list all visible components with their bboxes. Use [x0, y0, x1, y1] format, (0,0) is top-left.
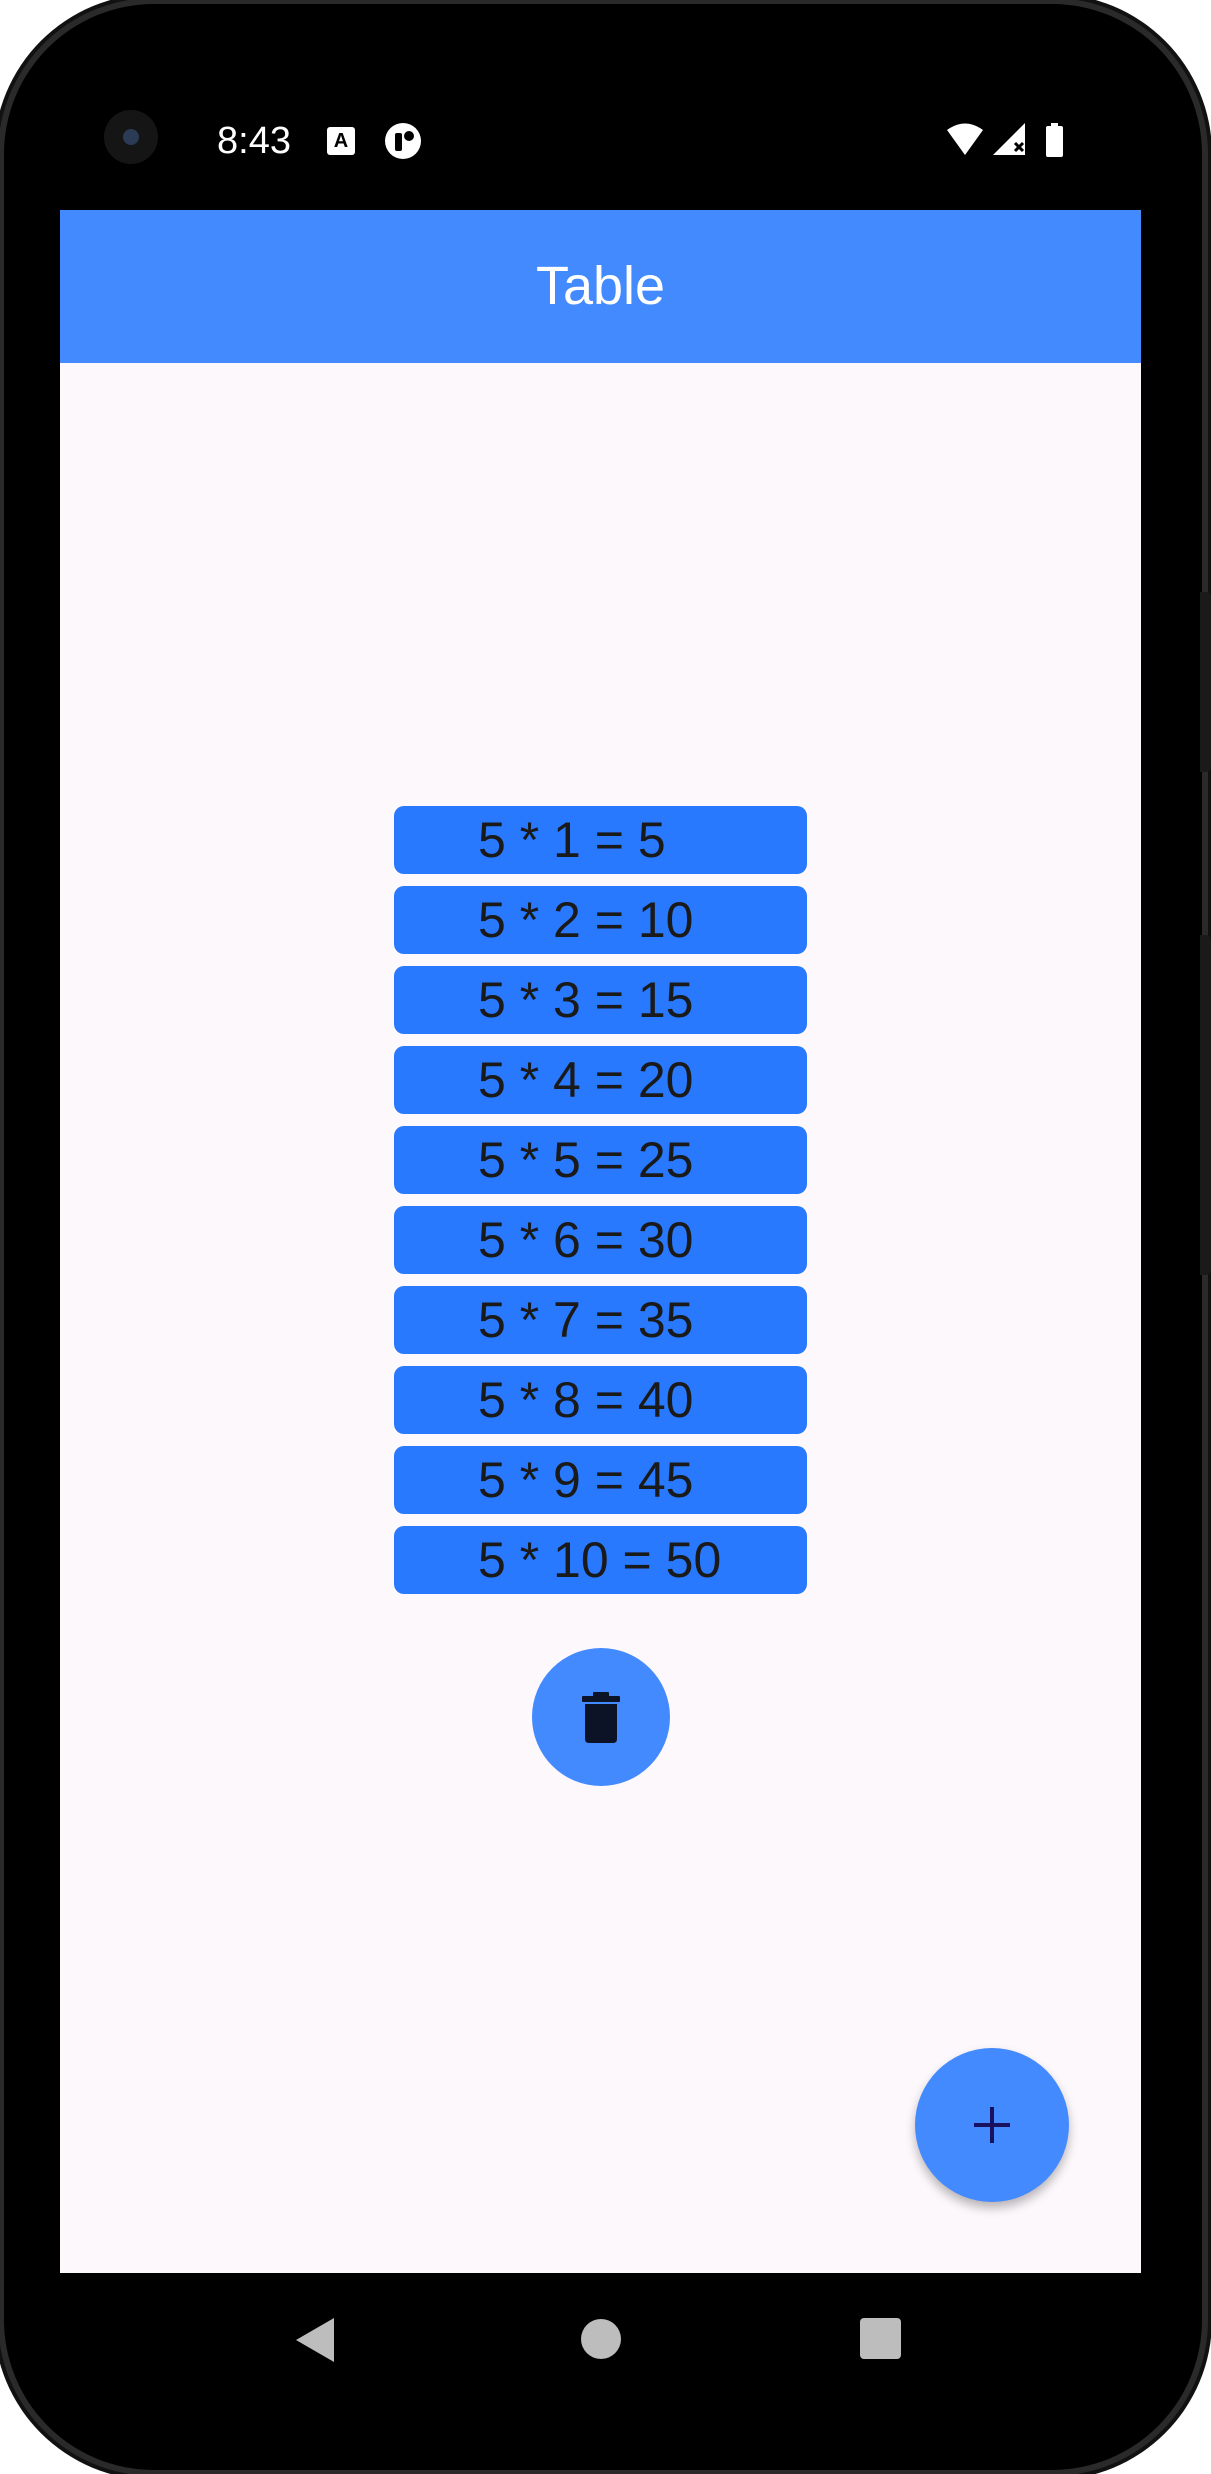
app-screen: Table 5 * 1 = 5 5 * 2 = 10 5 * 3 = 15 5 … — [60, 210, 1141, 2273]
home-icon[interactable] — [581, 2319, 621, 2359]
back-icon[interactable] — [296, 2318, 336, 2362]
add-button[interactable] — [915, 2048, 1069, 2202]
recents-icon[interactable] — [860, 2318, 901, 2359]
table-row[interactable]: 5 * 10 = 50 — [394, 1526, 807, 1594]
table-row[interactable]: 5 * 6 = 30 — [394, 1206, 807, 1274]
table-row[interactable]: 5 * 9 = 45 — [394, 1446, 807, 1514]
table-row[interactable]: 5 * 8 = 40 — [394, 1366, 807, 1434]
table-row[interactable]: 5 * 5 = 25 — [394, 1126, 807, 1194]
multiplication-table: 5 * 1 = 5 5 * 2 = 10 5 * 3 = 15 5 * 4 = … — [394, 806, 807, 1606]
power-button — [1200, 592, 1211, 772]
wifi-icon — [947, 123, 983, 155]
battery-icon — [1046, 123, 1063, 157]
system-status-icons — [947, 123, 1063, 157]
table-row[interactable]: 5 * 1 = 5 — [394, 806, 807, 874]
delete-button[interactable] — [532, 1648, 670, 1786]
volume-button — [1200, 935, 1211, 1275]
app-bar: Table — [60, 210, 1141, 363]
page-title: Table — [535, 256, 666, 316]
tasker-icon — [385, 123, 421, 159]
table-row[interactable]: 5 * 4 = 20 — [394, 1046, 807, 1114]
table-row[interactable]: 5 * 2 = 10 — [394, 886, 807, 954]
trash-icon — [582, 1692, 620, 1743]
plus-icon — [974, 2107, 1010, 2143]
status-time: 8:43 — [217, 120, 291, 162]
signal-no-data-icon — [993, 123, 1025, 155]
table-row[interactable]: 5 * 7 = 35 — [394, 1286, 807, 1354]
front-camera — [104, 110, 158, 164]
table-row[interactable]: 5 * 3 = 15 — [394, 966, 807, 1034]
a-text-icon: A — [327, 127, 355, 155]
